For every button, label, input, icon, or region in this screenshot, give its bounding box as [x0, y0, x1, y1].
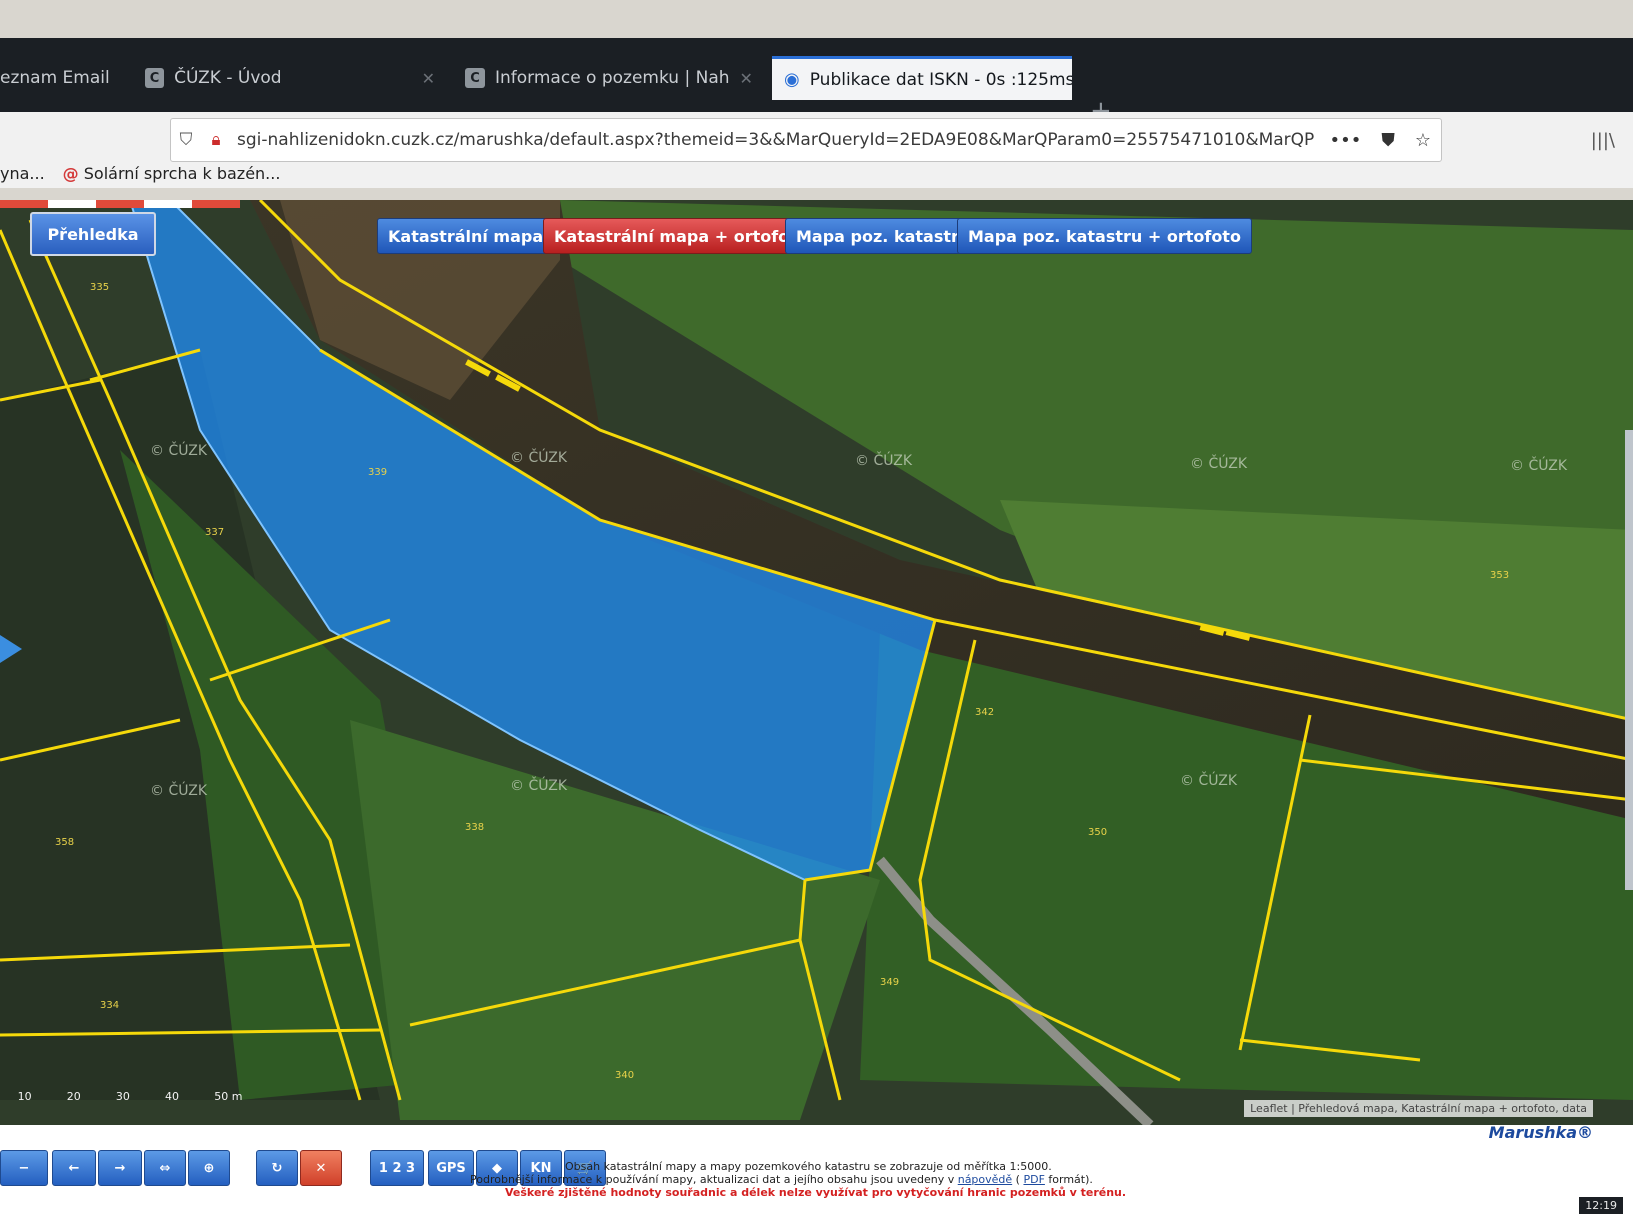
tab-bar: eznam Email ✕ C ČÚZK - Úvod ✕ C Informac… — [0, 38, 1633, 126]
back-button[interactable]: ← — [52, 1150, 96, 1186]
layer-button-cadastral-ortho[interactable]: Katastrální mapa + ortofoto — [543, 218, 819, 254]
info-help-suffix: formát). — [1048, 1173, 1093, 1186]
tab-informace[interactable]: C Informace o pozemku | Nah ✕ — [465, 56, 755, 100]
tab-publikace-label: Publikace dat ISKN - 0s :125ms, — [809, 69, 1072, 90]
url-text[interactable]: sgi-nahlizenidokn.cuzk.cz/marushka/defau… — [231, 130, 1320, 150]
tab-cuzk-uvod-label: ČÚZK - Úvod — [174, 68, 282, 88]
parcel-number: 339 — [368, 467, 387, 478]
scale-bar — [0, 200, 240, 208]
library-icon[interactable]: |||\ — [1591, 130, 1615, 151]
layer-button-land-register-ortho[interactable]: Mapa poz. katastru + ortofoto — [957, 218, 1252, 254]
shield-icon[interactable]: ⛉ — [171, 130, 201, 150]
map-viewport[interactable]: © ČÚZK © ČÚZK © ČÚZK © ČÚZK © ČÚZK © ČÚZ… — [0, 200, 1633, 1125]
tab-publikace[interactable]: ◉ Publikace dat ISKN - 0s :125ms, ✕ — [772, 56, 1072, 100]
watermark: © ČÚZK — [150, 781, 208, 799]
layer-button-land-register[interactable]: Mapa poz. katastru — [785, 218, 982, 254]
scale-label: 50 m — [214, 1090, 243, 1103]
scale-label: 20 — [66, 1090, 81, 1103]
parcel-number: 340 — [615, 1070, 634, 1081]
map-attribution[interactable]: Leaflet | Přehledová mapa, Katastrální m… — [1244, 1100, 1593, 1117]
orthophoto-map: © ČÚZK © ČÚZK © ČÚZK © ČÚZK © ČÚZK © ČÚZ… — [0, 200, 1633, 1125]
scale-label: 40 — [165, 1090, 180, 1103]
warning-text: Veškeré zjištěné hodnoty souřadnic a dél… — [505, 1186, 1127, 1199]
scale-labels: 10 20 30 40 50 m — [0, 1090, 260, 1103]
cuzk-icon: C — [465, 68, 485, 88]
parcel-number: 334 — [100, 1000, 119, 1011]
clear-button[interactable]: ✕ — [300, 1150, 342, 1186]
forward-button[interactable]: → — [98, 1150, 142, 1186]
parcel-number: 349 — [880, 977, 899, 988]
watermark: © ČÚZK — [1180, 771, 1238, 789]
close-icon[interactable]: ✕ — [740, 69, 753, 88]
tab-cuzk-uvod[interactable]: C ČÚZK - Úvod ✕ — [145, 56, 435, 100]
globe-icon: ◉ — [784, 69, 800, 90]
panel-handle[interactable] — [1625, 430, 1633, 890]
shop-icon: @ — [62, 163, 79, 183]
tab-email-label: eznam Email — [0, 68, 110, 88]
refresh-button[interactable]: ↻ — [256, 1150, 298, 1186]
navigation-bar: ⛉ 🔒︎ sgi-nahlizenidokn.cuzk.cz/marushka/… — [0, 112, 1633, 188]
tab-email[interactable]: eznam Email ✕ — [0, 56, 120, 100]
info-help-paren: ( — [1015, 1173, 1020, 1186]
watermark: © ČÚZK — [1510, 456, 1568, 474]
measure-button[interactable]: 1 2 3 — [370, 1150, 424, 1186]
info-help-note: Podrobnější informace k používání mapy, … — [470, 1173, 1093, 1186]
lock-icon[interactable]: 🔒︎ — [201, 130, 231, 150]
parcel-number: 353 — [1490, 570, 1509, 581]
bookmark-item-2[interactable]: @ Solární sprcha k bazén... — [63, 164, 281, 183]
scale-label: 10 — [17, 1090, 32, 1103]
map-toolbar: Marushka® − ← → ⇔ ⊕ ↻ ✕ 1 2 3 GPS ◆ KN 🛒… — [0, 1123, 1633, 1225]
pocket-icon[interactable]: ⛊ — [1371, 130, 1405, 151]
info-scale-note: Obsah katastrální mapy a mapy pozemkovéh… — [565, 1160, 1052, 1173]
watermark: © ČÚZK — [510, 776, 568, 794]
close-icon[interactable]: ✕ — [422, 69, 435, 88]
info-help-text: Podrobnější informace k používání mapy, … — [470, 1173, 955, 1186]
cuzk-icon: C — [145, 68, 165, 88]
help-link[interactable]: nápovědě — [958, 1173, 1012, 1186]
parcel-number: 337 — [205, 527, 224, 538]
pan-arrow-icon[interactable] — [0, 635, 22, 663]
star-icon[interactable]: ☆ — [1405, 130, 1441, 151]
marushka-logo: Marushka® — [1488, 1123, 1593, 1142]
zoom-in-button[interactable]: ⊕ — [188, 1150, 230, 1186]
pan-button[interactable]: ⇔ — [144, 1150, 186, 1186]
address-bar[interactable]: ⛉ 🔒︎ sgi-nahlizenidokn.cuzk.cz/marushka/… — [170, 118, 1442, 162]
parcel-number: 358 — [55, 837, 74, 848]
system-clock: 12:19 — [1579, 1197, 1623, 1214]
parcel-number: 350 — [1088, 827, 1107, 838]
scale-label: 30 — [115, 1090, 130, 1103]
bookmarks-bar: yna... @ Solární sprcha k bazén... — [0, 160, 280, 186]
more-actions-button[interactable]: ••• — [1320, 130, 1372, 151]
bookmark-item-1[interactable]: yna... — [0, 164, 45, 183]
layer-button-cadastral[interactable]: Katastrální mapa — [377, 218, 555, 254]
pdf-link[interactable]: PDF — [1023, 1173, 1044, 1186]
bookmark-item-2-label: Solární sprcha k bazén... — [83, 163, 281, 183]
watermark: © ČÚZK — [855, 451, 913, 469]
parcel-number: 338 — [465, 822, 484, 833]
parcel-number: 342 — [975, 707, 994, 718]
gps-button[interactable]: GPS — [428, 1150, 474, 1186]
overview-button[interactable]: Přehledka — [30, 212, 156, 256]
watermark: © ČÚZK — [150, 441, 208, 459]
tab-informace-label: Informace o pozemku | Nah — [495, 68, 730, 88]
watermark: © ČÚZK — [510, 448, 568, 466]
parcel-number: 335 — [90, 282, 109, 293]
watermark: © ČÚZK — [1190, 454, 1248, 472]
zoom-out-button[interactable]: − — [0, 1150, 48, 1186]
